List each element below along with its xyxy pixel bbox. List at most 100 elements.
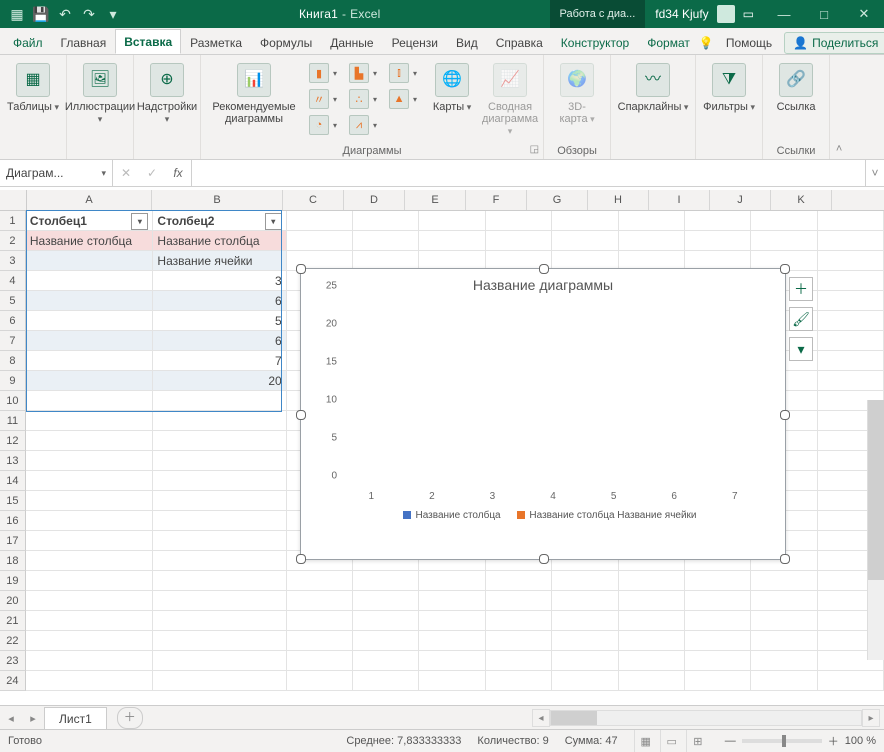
maximize-button[interactable]: □	[804, 0, 844, 28]
filter-dropdown-icon[interactable]: ▾	[131, 213, 148, 230]
row-header[interactable]: 7	[0, 331, 26, 351]
cell-J24[interactable]	[751, 671, 817, 691]
cell-C2[interactable]	[287, 231, 353, 251]
cell-J1[interactable]	[751, 211, 817, 231]
cell-D22[interactable]	[353, 631, 419, 651]
cell-A10[interactable]	[26, 391, 154, 411]
cell-B15[interactable]	[153, 491, 286, 511]
row-header[interactable]: 3	[0, 251, 26, 271]
chart-object[interactable]: ＋ 🖌 ▾ Название диаграммы 0510152025 1234…	[300, 268, 786, 560]
cell-J2[interactable]	[751, 231, 817, 251]
cell-B4[interactable]: 3	[153, 271, 286, 291]
cell-D1[interactable]	[353, 211, 419, 231]
normal-view-icon[interactable]: ▦	[634, 730, 657, 752]
cell-B20[interactable]	[153, 591, 286, 611]
tab-page-layout[interactable]: Разметка	[181, 30, 251, 54]
cell-A9[interactable]	[26, 371, 154, 391]
row-header[interactable]: 6	[0, 311, 26, 331]
share-button[interactable]: 👤 Поделиться	[784, 32, 884, 54]
cell-E20[interactable]	[419, 591, 485, 611]
cell-A18[interactable]	[26, 551, 154, 571]
chart-handle[interactable]	[780, 410, 790, 420]
addins-button[interactable]: ⊕Надстройки	[140, 59, 194, 125]
3d-map-button[interactable]: 🌍3D- карта	[550, 59, 604, 125]
pie-chart-button[interactable]: ◔▾	[305, 113, 341, 137]
fx-icon[interactable]: fx	[165, 166, 191, 180]
cell-D19[interactable]	[353, 571, 419, 591]
cell-J22[interactable]	[751, 631, 817, 651]
cell-I2[interactable]	[685, 231, 751, 251]
cell-A3[interactable]	[26, 251, 154, 271]
cell-A24[interactable]	[26, 671, 154, 691]
tab-data[interactable]: Данные	[321, 30, 382, 54]
col-header-G[interactable]: G	[527, 190, 588, 210]
filter-dropdown-icon[interactable]: ▾	[265, 213, 282, 230]
tab-help[interactable]: Справка	[487, 30, 552, 54]
cell-B6[interactable]: 5	[153, 311, 286, 331]
tables-button[interactable]: ▦Таблицы	[6, 59, 60, 113]
cell-D23[interactable]	[353, 651, 419, 671]
cell-B21[interactable]	[153, 611, 286, 631]
namebox-dropdown-icon[interactable]: ▾	[101, 168, 106, 179]
cell-B2[interactable]: Название столбца	[153, 231, 286, 251]
cell-B14[interactable]	[153, 471, 286, 491]
cell-H23[interactable]	[619, 651, 685, 671]
cell-B13[interactable]	[153, 451, 286, 471]
new-sheet-button[interactable]: ＋	[117, 707, 143, 729]
horizontal-scrollbar[interactable]: ◂ ▸	[513, 709, 880, 727]
cell-A8[interactable]	[26, 351, 154, 371]
zoom-slider[interactable]	[742, 739, 822, 743]
enter-formula-icon[interactable]: ✓	[139, 166, 165, 180]
save-icon[interactable]: 💾	[32, 5, 50, 23]
chart-filters-button[interactable]: ▾	[789, 337, 813, 361]
col-header-D[interactable]: D	[344, 190, 405, 210]
cell-G21[interactable]	[552, 611, 618, 631]
cell-G20[interactable]	[552, 591, 618, 611]
cell-F23[interactable]	[486, 651, 552, 671]
chart-elements-button[interactable]: ＋	[789, 277, 813, 301]
cell-H19[interactable]	[619, 571, 685, 591]
cell-C19[interactable]	[287, 571, 353, 591]
help-button[interactable]: Помощь	[718, 33, 780, 53]
chart-handle[interactable]	[539, 264, 549, 274]
col-header-F[interactable]: F	[466, 190, 527, 210]
cell-B10[interactable]	[153, 391, 286, 411]
cell-C23[interactable]	[287, 651, 353, 671]
page-break-view-icon[interactable]: ⊞	[686, 730, 709, 752]
cell-A11[interactable]	[26, 411, 154, 431]
col-header-I[interactable]: I	[649, 190, 710, 210]
cell-G19[interactable]	[552, 571, 618, 591]
tab-review[interactable]: Рецензи	[383, 30, 447, 54]
cell-A15[interactable]	[26, 491, 154, 511]
col-header-H[interactable]: H	[588, 190, 649, 210]
name-box[interactable]: Диаграм...▾	[0, 160, 113, 186]
cell-K2[interactable]	[818, 231, 884, 251]
tab-chart-design[interactable]: Конструктор	[552, 30, 638, 54]
cell-I20[interactable]	[685, 591, 751, 611]
cell-E21[interactable]	[419, 611, 485, 631]
cell-A16[interactable]	[26, 511, 154, 531]
hscroll-thumb[interactable]	[551, 711, 597, 725]
cell-E19[interactable]	[419, 571, 485, 591]
sparklines-button[interactable]: 〰Спарклайны	[617, 59, 689, 113]
select-all-corner[interactable]	[0, 190, 27, 210]
page-layout-view-icon[interactable]: ▭	[660, 730, 683, 752]
cell-K24[interactable]	[818, 671, 884, 691]
sheet-nav-next-icon[interactable]: ▸	[22, 712, 44, 725]
cell-B7[interactable]: 6	[153, 331, 286, 351]
tab-formulas[interactable]: Формулы	[251, 30, 321, 54]
expand-formula-bar-icon[interactable]: ˅	[865, 160, 884, 186]
cell-A14[interactable]	[26, 471, 154, 491]
cell-B23[interactable]	[153, 651, 286, 671]
redo-icon[interactable]: ↷	[80, 5, 98, 23]
cell-B22[interactable]	[153, 631, 286, 651]
chart-handle[interactable]	[296, 410, 306, 420]
cell-F21[interactable]	[486, 611, 552, 631]
cell-E24[interactable]	[419, 671, 485, 691]
line-chart-button[interactable]: 〃▾	[305, 87, 341, 111]
zoom-level[interactable]: 100 %	[845, 735, 876, 747]
cell-C1[interactable]	[287, 211, 353, 231]
cell-A1[interactable]: Столбец1▾	[26, 211, 154, 231]
cell-G1[interactable]	[552, 211, 618, 231]
cell-B18[interactable]	[153, 551, 286, 571]
